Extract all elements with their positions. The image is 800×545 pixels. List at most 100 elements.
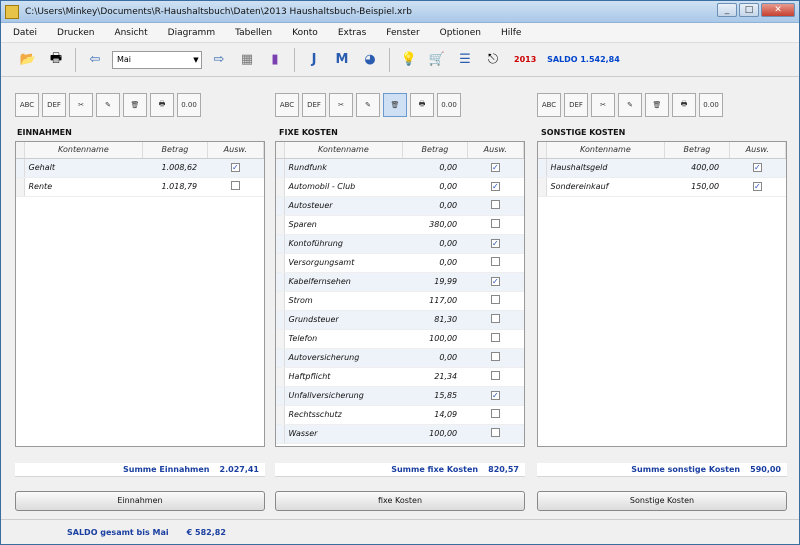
- tools-icon[interactable]: ✂: [591, 93, 615, 117]
- table-row[interactable]: Grundsteuer 81,30: [276, 310, 524, 330]
- column-header[interactable]: Betrag: [402, 142, 468, 159]
- exit-icon[interactable]: ⎋: [482, 49, 504, 71]
- row-header[interactable]: [276, 405, 285, 425]
- print-icon[interactable]: 🖶: [150, 93, 174, 117]
- other-costs-button[interactable]: Sonstige Kosten: [537, 491, 787, 511]
- amount-cell[interactable]: 1.018,79: [142, 177, 208, 197]
- amount-cell[interactable]: 1.008,62: [142, 158, 208, 178]
- account-name-cell[interactable]: Telefon: [284, 329, 403, 349]
- menu-datei[interactable]: Datei: [13, 28, 37, 38]
- menu-optionen[interactable]: Optionen: [440, 28, 481, 38]
- evaluate-checkbox[interactable]: ✓: [230, 163, 240, 172]
- evaluate-checkbox[interactable]: [490, 371, 500, 380]
- amount-cell[interactable]: 0,00: [402, 234, 468, 254]
- menu-hilfe[interactable]: Hilfe: [501, 28, 521, 38]
- row-header[interactable]: [276, 291, 285, 311]
- table-row[interactable]: Rente 1.018,79: [16, 177, 264, 197]
- evaluate-checkbox[interactable]: [490, 352, 500, 361]
- table-j-icon[interactable]: J: [303, 49, 325, 71]
- account-name-cell[interactable]: Sparen: [284, 215, 403, 235]
- row-header[interactable]: [276, 234, 285, 254]
- print-icon[interactable]: 🖶: [672, 93, 696, 117]
- delete-icon[interactable]: 🗑: [645, 93, 669, 117]
- account-name-cell[interactable]: Gehalt: [24, 158, 143, 178]
- evaluate-checkbox[interactable]: [490, 333, 500, 342]
- edit-icon[interactable]: ✎: [356, 93, 380, 117]
- account-name-cell[interactable]: Rechtsschutz: [284, 405, 403, 425]
- prev-month-icon[interactable]: ⇦: [84, 49, 106, 71]
- next-month-icon[interactable]: ⇨: [208, 49, 230, 71]
- row-header[interactable]: [538, 158, 547, 178]
- evaluate-checkbox[interactable]: ✓: [490, 391, 500, 400]
- row-header[interactable]: [276, 215, 285, 235]
- account-name-cell[interactable]: Sondereinkauf: [546, 177, 665, 197]
- column-header[interactable]: Kontenname: [24, 142, 144, 159]
- account-name-cell[interactable]: Autosteuer: [284, 196, 403, 216]
- menu-tabellen[interactable]: Tabellen: [235, 28, 272, 38]
- print-icon[interactable]: 🖶: [410, 93, 434, 117]
- sort-desc-button[interactable]: DEF: [302, 93, 326, 117]
- zero-button[interactable]: 0.00: [699, 93, 723, 117]
- evaluate-checkbox[interactable]: [490, 314, 500, 323]
- evaluate-checkbox[interactable]: ✓: [490, 239, 500, 248]
- menu-extras[interactable]: Extras: [338, 28, 366, 38]
- account-name-cell[interactable]: Versorgungsamt: [284, 253, 403, 273]
- row-header[interactable]: [16, 158, 25, 178]
- amount-cell[interactable]: 14,09: [402, 405, 468, 425]
- account-name-cell[interactable]: Autoversicherung: [284, 348, 403, 368]
- menu-diagramm[interactable]: Diagramm: [168, 28, 215, 38]
- amount-cell[interactable]: 117,00: [402, 291, 468, 311]
- table-row[interactable]: Automobil - Club 0,00 ✓: [276, 177, 524, 197]
- row-header[interactable]: [276, 310, 285, 330]
- row-header[interactable]: [16, 177, 25, 197]
- checklist-icon[interactable]: ☰: [454, 49, 476, 71]
- zero-button[interactable]: 0.00: [437, 93, 461, 117]
- calculator-icon[interactable]: ▦: [236, 49, 258, 71]
- table-row[interactable]: Unfallversicherung 15,85 ✓: [276, 386, 524, 406]
- amount-cell[interactable]: 150,00: [664, 177, 730, 197]
- sort-desc-button[interactable]: DEF: [564, 93, 588, 117]
- table-row[interactable]: Sondereinkauf 150,00 ✓: [538, 177, 786, 197]
- table-row[interactable]: Haushaltsgeld 400,00 ✓: [538, 158, 786, 178]
- evaluate-checkbox[interactable]: [230, 181, 240, 190]
- table-row[interactable]: Rundfunk 0,00 ✓: [276, 158, 524, 178]
- evaluate-checkbox[interactable]: ✓: [752, 182, 762, 191]
- shopping-cart-icon[interactable]: 🛒: [426, 49, 448, 71]
- table-row[interactable]: Wasser 100,00: [276, 424, 524, 444]
- sort-asc-button[interactable]: ABC: [537, 93, 561, 117]
- amount-cell[interactable]: 380,00: [402, 215, 468, 235]
- evaluate-checkbox[interactable]: [490, 409, 500, 418]
- evaluate-checkbox[interactable]: ✓: [752, 163, 762, 172]
- amount-cell[interactable]: 400,00: [664, 158, 730, 178]
- row-header[interactable]: [276, 196, 285, 216]
- delete-icon[interactable]: 🗑: [123, 93, 147, 117]
- evaluate-checkbox[interactable]: ✓: [490, 277, 500, 286]
- account-name-cell[interactable]: Haushaltsgeld: [546, 158, 665, 178]
- amount-cell[interactable]: 0,00: [402, 196, 468, 216]
- column-header[interactable]: Ausw.: [207, 142, 265, 159]
- fixed-costs-button[interactable]: fixe Kosten: [275, 491, 525, 511]
- sort-asc-button[interactable]: ABC: [15, 93, 39, 117]
- amount-cell[interactable]: 0,00: [402, 348, 468, 368]
- amount-cell[interactable]: 0,00: [402, 253, 468, 273]
- tools-icon[interactable]: ✂: [329, 93, 353, 117]
- evaluate-checkbox[interactable]: [490, 428, 500, 437]
- minimize-button[interactable]: _: [717, 3, 737, 17]
- menu-konto[interactable]: Konto: [292, 28, 318, 38]
- maximize-button[interactable]: □: [739, 3, 759, 17]
- zero-button[interactable]: 0.00: [177, 93, 201, 117]
- month-select[interactable]: Mai ▼: [112, 50, 202, 69]
- row-header[interactable]: [276, 386, 285, 406]
- row-header[interactable]: [276, 348, 285, 368]
- amount-cell[interactable]: 19,99: [402, 272, 468, 292]
- amount-cell[interactable]: 15,85: [402, 386, 468, 406]
- account-name-cell[interactable]: Rente: [24, 177, 143, 197]
- amount-cell[interactable]: 0,00: [402, 158, 468, 178]
- edit-icon[interactable]: ✎: [618, 93, 642, 117]
- table-row[interactable]: Strom 117,00: [276, 291, 524, 311]
- account-name-cell[interactable]: Kontoführung: [284, 234, 403, 254]
- table-row[interactable]: Versorgungsamt 0,00: [276, 253, 524, 273]
- evaluate-checkbox[interactable]: [490, 295, 500, 304]
- row-header[interactable]: [276, 329, 285, 349]
- sort-asc-button[interactable]: ABC: [275, 93, 299, 117]
